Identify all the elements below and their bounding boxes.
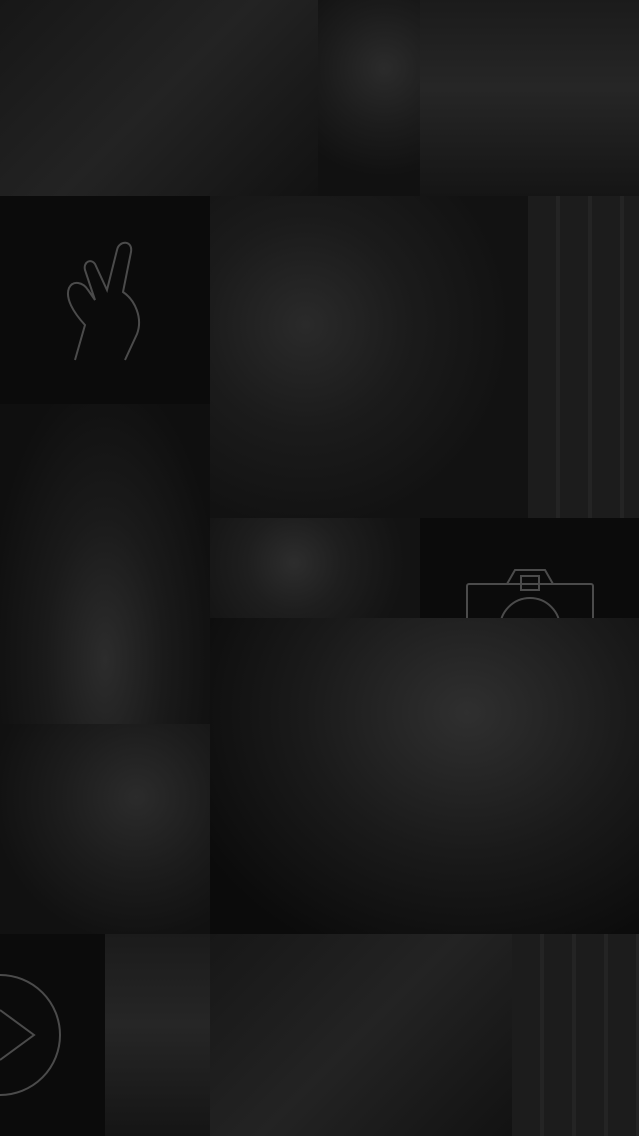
photo-sneakers bbox=[0, 0, 318, 196]
photo-boy bbox=[0, 724, 210, 934]
photo-group bbox=[105, 934, 210, 1136]
photo-shoe-hand bbox=[420, 0, 639, 196]
photo-cups bbox=[528, 196, 639, 518]
photo-concert-stage bbox=[210, 618, 639, 934]
photo-woman bbox=[318, 0, 420, 196]
photo-building bbox=[512, 934, 639, 1136]
peace-hand-tile[interactable] bbox=[0, 196, 210, 404]
peace-hand-icon bbox=[67, 241, 141, 361]
play-icon bbox=[0, 974, 61, 1096]
photo-watch bbox=[210, 518, 420, 618]
photo-man-helmet bbox=[210, 196, 528, 518]
photo-crowd bbox=[0, 404, 210, 724]
play-tile[interactable] bbox=[0, 934, 105, 1136]
photo-street-dancers bbox=[210, 934, 512, 1136]
